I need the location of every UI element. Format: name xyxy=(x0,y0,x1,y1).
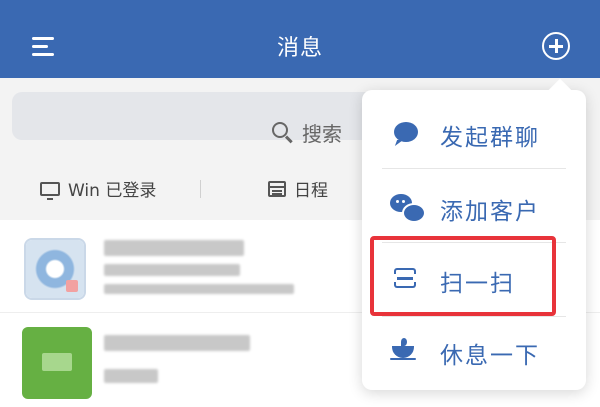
app-header: 消息 xyxy=(0,0,600,78)
menu-item-label: 发起群聊 xyxy=(440,125,540,151)
menu-item-label: 添加客户 xyxy=(440,199,540,225)
highlight-box xyxy=(370,236,556,316)
blurred-preview xyxy=(104,284,294,294)
win-login-label: Win 已登录 xyxy=(68,181,157,201)
take-break-button[interactable]: 休息一下 xyxy=(362,318,586,382)
chat-bubble-icon xyxy=(394,122,418,142)
customer-chat-icon xyxy=(390,194,426,223)
schedule-label: 日程 xyxy=(294,181,328,201)
blurred-preview xyxy=(104,369,158,383)
search-icon xyxy=(272,122,288,138)
search-placeholder: 搜索 xyxy=(302,122,342,146)
menu-divider xyxy=(382,168,566,169)
blurred-preview xyxy=(104,264,240,276)
page-title: 消息 xyxy=(276,36,323,61)
divider xyxy=(200,180,201,198)
avatar xyxy=(26,240,84,298)
circle-plus-icon[interactable] xyxy=(542,32,570,60)
win-login-status[interactable]: Win 已登录 xyxy=(40,176,156,201)
monitor-icon xyxy=(40,181,60,200)
menu-divider xyxy=(382,316,566,317)
start-group-chat-button[interactable]: 发起群聊 xyxy=(362,100,586,164)
blurred-name xyxy=(104,335,250,351)
blurred-name xyxy=(104,240,244,256)
add-customer-button[interactable]: 添加客户 xyxy=(362,174,586,238)
calendar-icon xyxy=(268,180,286,197)
schedule-button[interactable]: 日程 xyxy=(268,176,328,201)
coffee-cup-icon xyxy=(390,338,416,360)
search-input[interactable]: 搜索 xyxy=(12,92,392,146)
menu-item-label: 休息一下 xyxy=(440,343,540,369)
avatar xyxy=(22,327,92,399)
